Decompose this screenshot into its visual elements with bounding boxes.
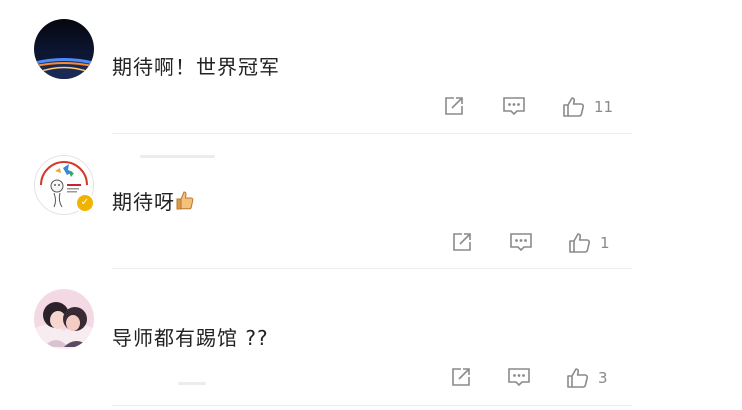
comment-text: 导师都有踢馆 ?? <box>112 326 269 350</box>
divider <box>112 268 632 269</box>
comment-actions: 1 <box>0 231 742 255</box>
comment-icon <box>510 233 532 252</box>
like-count: 3 <box>598 369 608 387</box>
comment-item: ✓ 期待呀 1 <box>0 135 742 270</box>
share-button[interactable] <box>443 95 465 117</box>
comment-text: 期待呀 <box>112 190 194 214</box>
comment-button[interactable] <box>507 366 531 388</box>
like-count: 11 <box>594 98 614 116</box>
verified-badge: ✓ <box>75 193 95 213</box>
share-icon <box>453 233 471 251</box>
share-button[interactable] <box>451 231 473 253</box>
comment-text-content: 期待呀 <box>112 190 175 214</box>
like-button[interactable]: 11 <box>562 95 613 119</box>
share-button[interactable] <box>450 366 472 388</box>
like-icon <box>567 368 589 388</box>
divider <box>112 133 632 134</box>
avatar[interactable] <box>34 19 94 79</box>
like-count: 1 <box>600 234 610 252</box>
share-icon <box>452 368 470 386</box>
comment-icon <box>503 97 525 116</box>
like-button[interactable]: 1 <box>568 231 610 255</box>
like-icon <box>569 233 591 253</box>
divider <box>112 405 632 406</box>
comment-actions: 3 <box>0 366 742 390</box>
comment-icon <box>508 368 530 387</box>
comment-button[interactable] <box>502 95 526 117</box>
comment-item: 导师都有踢馆 ?? 3 <box>0 270 742 410</box>
comment-item: 期待啊！世界冠军 11 <box>0 0 742 135</box>
comment-text: 期待啊！世界冠军 <box>112 55 280 79</box>
comment-actions: 11 <box>0 95 742 119</box>
thumbs-up-icon <box>176 191 194 210</box>
comment-button[interactable] <box>509 231 533 253</box>
share-icon <box>445 97 463 115</box>
like-icon <box>563 97 585 117</box>
username-placeholder <box>140 155 215 158</box>
like-button[interactable]: 3 <box>566 366 608 390</box>
avatar[interactable] <box>34 289 94 349</box>
